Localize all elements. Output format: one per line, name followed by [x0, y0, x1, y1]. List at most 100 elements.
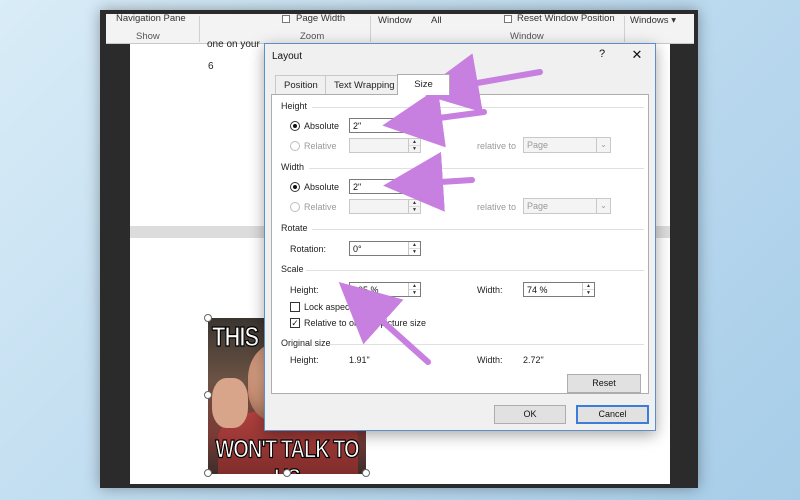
ok-button[interactable]: OK — [494, 405, 566, 424]
scale-height-input[interactable] — [350, 283, 408, 296]
width-relative-spinner[interactable]: ▲ ▼ — [349, 199, 421, 214]
spinner-arrows[interactable]: ▲ ▼ — [408, 139, 420, 152]
resize-handle[interactable] — [204, 391, 212, 399]
height-relative-input[interactable] — [350, 139, 408, 152]
scale-width-spinner[interactable]: ▲▼ — [523, 282, 595, 297]
spin-down-icon[interactable]: ▼ — [409, 206, 420, 213]
section-divider — [330, 344, 644, 345]
ribbon-separator — [370, 16, 371, 42]
dialog-title: Layout — [272, 51, 303, 62]
lock-aspect-ratio-label: Lock aspect ratio — [304, 302, 373, 312]
reset-window-position-icon[interactable] — [504, 15, 512, 23]
switch-windows-button[interactable]: Windows ▾ — [630, 15, 676, 26]
spin-down-icon[interactable]: ▼ — [409, 186, 420, 193]
resize-handle[interactable] — [362, 469, 370, 477]
original-width-value: 2.72" — [523, 355, 544, 365]
section-divider — [306, 270, 644, 271]
resize-handle[interactable] — [204, 469, 212, 477]
relative-to-original-checkbox[interactable]: ✓ — [290, 318, 300, 328]
rotation-spinner[interactable]: ▲▼ — [349, 241, 421, 256]
arrange-all-button[interactable]: All — [431, 15, 442, 26]
tab-size[interactable]: Size — [397, 74, 450, 95]
resize-handle[interactable] — [283, 469, 291, 477]
section-divider — [312, 107, 644, 108]
height-absolute-radio[interactable] — [290, 121, 300, 131]
spinner-arrows[interactable]: ▲ ▼ — [408, 119, 420, 132]
width-absolute-input[interactable] — [350, 180, 408, 193]
ribbon-separator — [624, 16, 625, 42]
new-window-button[interactable]: Window — [378, 15, 412, 26]
size-tab-panel: Height Absolute ▲▼ Relative ▲▼ relative … — [271, 94, 649, 394]
width-absolute-radio[interactable] — [290, 182, 300, 192]
width-absolute-label: Absolute — [304, 182, 340, 192]
cancel-button[interactable]: Cancel — [576, 405, 649, 424]
scale-height-label: Height: — [290, 285, 319, 295]
checkmark-icon: ✓ — [291, 318, 299, 328]
spinner-arrows[interactable]: ▲ ▼ — [408, 200, 420, 213]
width-relative-to-value: Page — [527, 201, 549, 211]
rotate-section-title: Rotate — [281, 223, 308, 233]
height-absolute-spinner[interactable]: ▲▼ — [349, 118, 421, 133]
ribbon-separator — [199, 16, 200, 42]
page-width-button[interactable]: Page Width — [296, 13, 345, 24]
picture-hand — [212, 378, 248, 428]
spinner-arrows[interactable]: ▲ ▼ — [582, 283, 594, 296]
width-relative-label: Relative — [304, 202, 337, 212]
chevron-down-icon: ▾ — [671, 15, 676, 26]
window-group-label: Window — [510, 31, 544, 42]
chevron-down-icon: ⌄ — [596, 199, 610, 213]
height-relative-radio[interactable] — [290, 141, 300, 151]
height-absolute-label: Absolute — [304, 121, 340, 131]
spin-down-icon[interactable]: ▼ — [583, 289, 594, 296]
document-text: one on your — [207, 39, 260, 50]
scale-width-input[interactable] — [524, 283, 582, 296]
show-group-label: Show — [136, 31, 160, 42]
tab-text-wrapping[interactable]: Text Wrapping — [325, 75, 404, 94]
relative-to-original-label: Relative to original picture size — [304, 318, 427, 328]
tab-position[interactable]: Position — [275, 75, 327, 94]
ribbon-view-tab: Navigation Pane Show Page Width Zoom Win… — [106, 13, 694, 44]
spin-down-icon[interactable]: ▼ — [409, 248, 420, 255]
spin-down-icon[interactable]: ▼ — [409, 289, 420, 296]
scale-width-label: Width: — [477, 285, 503, 295]
spinner-arrows[interactable]: ▲ ▼ — [408, 283, 420, 296]
help-button[interactable]: ? — [595, 48, 609, 60]
height-relative-to-value: Page — [527, 140, 549, 150]
reset-window-position-button[interactable]: Reset Window Position — [517, 13, 615, 24]
close-icon[interactable]: ✕ — [629, 47, 645, 63]
width-relative-radio[interactable] — [290, 202, 300, 212]
height-absolute-input[interactable] — [350, 119, 408, 132]
spin-down-icon[interactable]: ▼ — [409, 145, 420, 152]
layout-dialog: Layout ? ✕ Position Text Wrapping Size H… — [264, 43, 656, 431]
navigation-pane-checkbox-label[interactable]: Navigation Pane — [116, 13, 186, 24]
width-section-title: Width — [281, 162, 305, 172]
section-divider — [309, 168, 644, 169]
rotation-label: Rotation: — [290, 244, 327, 254]
section-divider — [312, 229, 644, 230]
width-absolute-spinner[interactable]: ▲▼ — [349, 179, 421, 194]
height-relative-label: Relative — [304, 141, 337, 151]
spin-down-icon[interactable]: ▼ — [409, 125, 420, 132]
zoom-group-label: Zoom — [300, 31, 325, 42]
height-relative-spinner[interactable]: ▲ ▼ — [349, 138, 421, 153]
width-relative-to-select[interactable]: Page ⌄ — [523, 198, 611, 214]
height-relative-to-select[interactable]: Page ⌄ — [523, 137, 611, 153]
height-section-title: Height — [281, 101, 308, 111]
lock-aspect-ratio-checkbox[interactable] — [290, 302, 300, 312]
reset-button[interactable]: Reset — [567, 374, 641, 393]
original-width-label: Width: — [477, 355, 503, 365]
original-height-value: 1.91" — [349, 355, 370, 365]
rotation-input[interactable] — [350, 242, 408, 255]
chevron-down-icon: ⌄ — [596, 138, 610, 152]
page-width-icon[interactable] — [282, 15, 290, 23]
scale-section-title: Scale — [281, 264, 304, 274]
resize-handle[interactable] — [204, 314, 212, 322]
scale-height-spinner[interactable]: ▲▼ — [349, 282, 421, 297]
document-number: 6 — [208, 61, 214, 72]
original-size-section-title: Original size — [281, 338, 331, 348]
height-relative-to-label: relative to — [477, 141, 517, 151]
width-relative-to-label: relative to — [477, 202, 517, 212]
spinner-arrows[interactable]: ▲ ▼ — [408, 242, 420, 255]
spinner-arrows[interactable]: ▲ ▼ — [408, 180, 420, 193]
width-relative-input[interactable] — [350, 200, 408, 213]
